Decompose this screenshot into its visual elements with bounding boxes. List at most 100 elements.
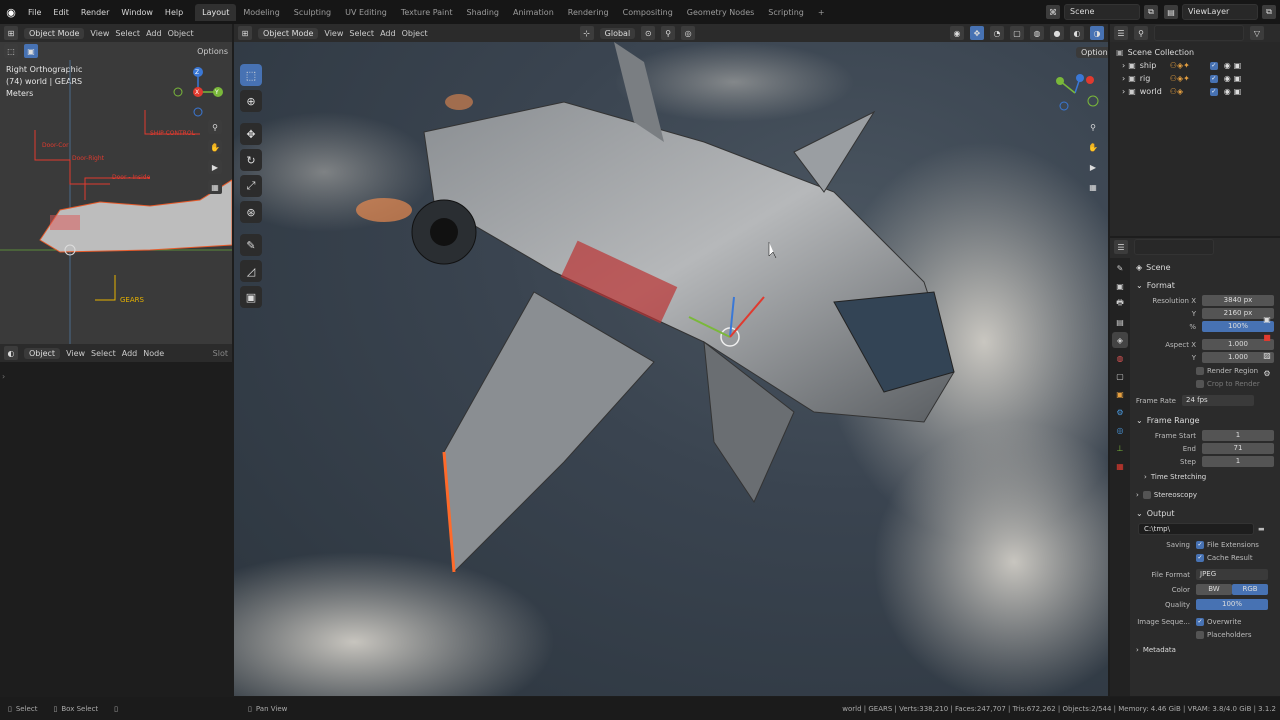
format-panel-header[interactable]: ⌄ Format <box>1132 276 1280 294</box>
tab-texture-paint[interactable]: Texture Paint <box>394 4 460 21</box>
scene-icon[interactable]: ⌘ <box>1046 5 1060 19</box>
settings-gear-icon[interactable]: ⚙ <box>1260 366 1274 380</box>
eye-icon[interactable]: ◉ <box>1224 74 1231 83</box>
measure-tool-icon[interactable]: ◿ <box>240 260 262 282</box>
file-extensions-checkbox[interactable]: ✓ <box>1196 540 1204 549</box>
wireframe-shading-icon[interactable]: ◍ <box>1030 26 1044 40</box>
file-format-dropdown[interactable]: JPEG <box>1196 569 1268 580</box>
resolution-x-field[interactable]: 3840 px <box>1202 295 1274 306</box>
snap-icon[interactable]: ⚲ <box>661 26 676 40</box>
rendered-shading-icon[interactable]: ◑ <box>1090 26 1104 40</box>
texture-tab-icon[interactable]: ▦ <box>1112 458 1128 474</box>
gizmo-toggle-icon[interactable]: ✥ <box>970 26 984 40</box>
outliner[interactable]: ☰ ⚲ ▽ ▣ Scene Collection › ▣ ship ⚇◈✦ ✓ … <box>1110 24 1280 236</box>
camera-restrict-icon[interactable]: ▣ <box>1234 61 1242 70</box>
scene-selector[interactable]: Scene <box>1064 4 1140 20</box>
cursor-tool-icon[interactable]: ⊕ <box>240 90 262 112</box>
tab-geometry-nodes[interactable]: Geometry Nodes <box>680 4 761 21</box>
world-tab-icon[interactable]: ◍ <box>1112 350 1128 366</box>
editor-type-icon[interactable]: ⊞ <box>4 26 18 40</box>
main-editor-type-icon[interactable]: ⊞ <box>238 26 252 40</box>
main-pan-hand-icon[interactable]: ✋ <box>1086 140 1100 154</box>
outliner-search-input[interactable] <box>1154 25 1244 41</box>
outliner-filter-icon[interactable]: ⚲ <box>1134 26 1148 40</box>
main-camera-icon[interactable]: ▶ <box>1086 160 1100 174</box>
menu-window[interactable]: Window <box>115 8 159 17</box>
color-rgb-button[interactable]: RGB <box>1232 584 1268 595</box>
frame-range-panel-header[interactable]: ⌄ Frame Range <box>1132 411 1280 429</box>
transform-tool-icon[interactable]: ⊛ <box>240 201 262 223</box>
zoom-icon[interactable]: ⚲ <box>208 120 222 134</box>
left-options-button[interactable]: Options <box>197 47 228 56</box>
render-camera-icon[interactable]: ▣ <box>1260 312 1274 326</box>
material-shading-icon[interactable]: ◐ <box>1070 26 1084 40</box>
properties-type-icon[interactable]: ☰ <box>1114 240 1128 254</box>
left-mode-selector[interactable]: Object Mode <box>24 27 85 39</box>
tab-rendering[interactable]: Rendering <box>561 4 616 21</box>
select-tool-icon[interactable]: ⬚ <box>4 44 18 58</box>
tab-compositing[interactable]: Compositing <box>616 4 680 21</box>
rotate-tool-icon[interactable]: ↻ <box>240 149 262 171</box>
main-viewport[interactable]: ⬚ ⊕ ✥ ↻ ⤢ ⊛ ✎ ◿ ▣ Options ⚲ ✋ ▶ ▦ <box>234 42 1108 696</box>
main-grid-icon[interactable]: ▦ <box>1086 180 1100 194</box>
expand-arrow-icon[interactable]: › <box>1122 61 1125 70</box>
node-menu-view[interactable]: View <box>66 349 85 358</box>
modifier-tab-icon[interactable]: ⚙ <box>1112 404 1128 420</box>
overwrite-checkbox[interactable]: ✓ <box>1196 617 1204 626</box>
outliner-item-world[interactable]: › ▣ world ⚇◈ ✓ ◉ ▣ <box>1116 85 1280 98</box>
camera-restrict-icon[interactable]: ▣ <box>1234 74 1242 83</box>
main-nav-gizmo[interactable] <box>1050 68 1100 118</box>
outliner-item-rig[interactable]: › ▣ rig ⚇◈✦ ✓ ◉ ▣ <box>1116 72 1280 85</box>
scene-tab-icon[interactable]: ◈ <box>1112 332 1128 348</box>
blender-logo-icon[interactable]: ◉ <box>0 6 22 19</box>
main-options-label[interactable]: Options <box>1076 47 1108 58</box>
image-icon[interactable]: ▨ <box>1260 348 1274 362</box>
menu-file[interactable]: File <box>22 8 47 17</box>
main-options-button[interactable]: Options <box>1076 47 1108 58</box>
menu-help[interactable]: Help <box>159 8 189 17</box>
constraint-tab-icon[interactable]: ⊥ <box>1112 440 1128 456</box>
main-mode-selector[interactable]: Object Mode <box>258 27 319 39</box>
main-menu-view[interactable]: View <box>324 29 343 38</box>
node-editor[interactable]: ◐ Object View Select Add Node Slot › <box>0 344 232 696</box>
scale-tool-icon[interactable]: ⤢ <box>240 175 262 197</box>
tab-shading[interactable]: Shading <box>459 4 506 21</box>
stereoscopy-checkbox[interactable] <box>1142 491 1151 499</box>
crop-row[interactable]: Crop to Render <box>1132 377 1280 390</box>
solid-shading-icon[interactable]: ● <box>1050 26 1064 40</box>
output-path-field[interactable]: C:\tmp\ <box>1138 522 1254 535</box>
main-zoom-icon[interactable]: ⚲ <box>1086 120 1100 134</box>
object-tab-icon[interactable]: ▣ <box>1112 386 1128 402</box>
tool-tab-icon[interactable]: ✎ <box>1112 260 1128 276</box>
camera-icon[interactable]: ▶ <box>208 160 222 174</box>
cache-result-checkbox[interactable]: ✓ <box>1196 553 1204 562</box>
outliner-scene-collection[interactable]: ▣ Scene Collection <box>1116 46 1280 59</box>
expand-arrow-icon[interactable]: › <box>1122 74 1125 83</box>
crop-checkbox[interactable] <box>1196 379 1204 388</box>
select-box-tool-icon[interactable]: ⬚ <box>240 64 262 86</box>
metadata-header[interactable]: › Metadata <box>1132 641 1280 659</box>
pivot-icon[interactable]: ⊙ <box>641 26 656 40</box>
left-menu-view[interactable]: View <box>90 29 109 38</box>
folder-icon[interactable]: ▬ <box>1258 525 1265 533</box>
exclude-checkbox[interactable]: ✓ <box>1209 61 1218 70</box>
exclude-checkbox[interactable]: ✓ <box>1209 87 1218 96</box>
main-menu-add[interactable]: Add <box>380 29 396 38</box>
main-menu-select[interactable]: Select <box>349 29 374 38</box>
overlay-icon[interactable]: ◔ <box>990 26 1004 40</box>
node-menu-node[interactable]: Node <box>143 349 164 358</box>
orientation-icon[interactable]: ⊹ <box>579 26 594 40</box>
tab-sculpting[interactable]: Sculpting <box>287 4 338 21</box>
camera-restrict-icon[interactable]: ▣ <box>1234 87 1242 96</box>
tab-uv-editing[interactable]: UV Editing <box>338 4 394 21</box>
eye-icon[interactable]: ◉ <box>1224 87 1231 96</box>
placeholders-checkbox[interactable] <box>1196 630 1204 639</box>
node-menu-select[interactable]: Select <box>91 349 116 358</box>
copy-scene-icon[interactable]: ⧉ <box>1144 5 1158 19</box>
tab-scripting[interactable]: Scripting <box>761 4 811 21</box>
time-stretching-header[interactable]: › Time Stretching <box>1132 468 1280 486</box>
stereoscopy-header[interactable]: › Stereoscopy <box>1132 486 1280 504</box>
annotate-tool-icon[interactable]: ✎ <box>240 234 262 256</box>
frame-start-field[interactable]: 1 <box>1202 430 1274 441</box>
node-menu-add[interactable]: Add <box>122 349 138 358</box>
